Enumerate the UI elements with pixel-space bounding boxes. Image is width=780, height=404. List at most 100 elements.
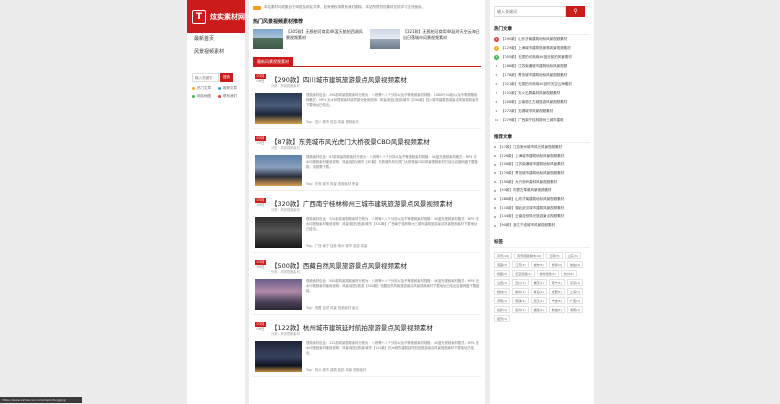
hot-article-item[interactable]: 8 【208款】云南丽江古城旅游风景视频素材 [494, 98, 590, 107]
hot-article-item[interactable]: 5 【176款】青岛城市建筑地标风景视频素材 [494, 71, 590, 80]
recommend-card[interactable]: 【321款】无损拍可商用4K延时天空云海日出日落城市风景视频素材 [370, 29, 481, 49]
hot-article-title[interactable]: 【272款】无锡城市风景视频素材 [501, 109, 553, 114]
recommend-article-title[interactable]: 【108款】江苏南通城市建筑地标风景素材 [498, 162, 564, 167]
tag-item[interactable]: 济南(1) [494, 296, 511, 304]
recommend-article-item[interactable]: 【27款】江苏常州城市风光风景视频素材 [494, 143, 590, 152]
quick-link-recommend[interactable]: 推荐文章 [218, 86, 244, 91]
recommend-article-item[interactable]: 【158款】大兴安岭森林风景视频素材 [494, 178, 590, 187]
hot-article-item[interactable]: 3 【305款】无损拍可商用4K蓝天航拍风景素材 [494, 53, 590, 62]
article-thumbnail[interactable] [255, 279, 302, 310]
quick-link-hot[interactable]: 热门文章 [192, 86, 218, 91]
hot-article-item[interactable]: 1 【290款】山东济南建筑地标风景视频素材 [494, 35, 590, 44]
recommend-title[interactable]: 【321款】无损拍可商用4K延时天空云海日出日落城市风景视频素材 [403, 29, 481, 49]
tag-item[interactable]: 宁波(1) [548, 296, 565, 304]
quick-link-sitemap[interactable]: 网站地图 [192, 94, 218, 99]
tag-item[interactable]: 城市(5) [530, 260, 547, 268]
search-icon[interactable]: ⚲ [566, 6, 585, 17]
tag-item[interactable]: 福建(1) [530, 305, 547, 313]
right-search-input[interactable] [494, 6, 566, 17]
hot-article-title[interactable]: 【321款】无损拍可商用4K延时天空云海素材 [501, 82, 572, 87]
article-thumbnail[interactable] [255, 93, 302, 124]
recommend-article-item[interactable]: 【90款】浙江宁波城市风景视频素材 [494, 221, 590, 230]
recommend-article-item[interactable]: 【144款】云南自然风光旅游景点视频素材 [494, 213, 590, 222]
site-logo[interactable]: T 炫实素材网 [187, 0, 245, 33]
article-category[interactable]: 分类：风景视频素材 [271, 83, 300, 88]
hot-article-item[interactable]: 9 【272款】无锡城市风景视频素材 [494, 107, 590, 116]
tag-item[interactable]: 贵州(1) [512, 305, 529, 313]
tag-item[interactable]: 旅游(4) [548, 260, 565, 268]
hot-article-item[interactable]: 2 【129款】上海城市建筑陆家嘴风景视频素材 [494, 44, 590, 53]
tag-item[interactable]: 东莞(1) [567, 278, 584, 286]
article-tags[interactable]: Tag：西藏 自然 风景 视频素材 景点 [306, 305, 359, 310]
hot-article-title[interactable]: 【176款】青岛城市建筑地标风景视频素材 [501, 73, 567, 78]
hot-article-title[interactable]: 【129款】上海城市建筑陆家嘴风景视频素材 [501, 46, 571, 51]
tag-item[interactable]: 杭州(1) [560, 269, 577, 277]
hot-article-item[interactable]: 7 【152款】天火石屏森林风景视频素材 [494, 89, 590, 98]
tag-item[interactable]: 重庆(1) [530, 278, 547, 286]
recommend-article-title[interactable]: 【158款】大兴安岭森林风景视频素材 [498, 180, 557, 185]
tag-item[interactable]: 合肥(1) [548, 287, 565, 295]
hot-article-title[interactable]: 【290款】山东济南建筑地标风景视频素材 [501, 37, 567, 42]
tag-item[interactable]: 广西(1) [567, 296, 584, 304]
recommend-article-title[interactable]: 【144款】云南自然风光旅游景点视频素材 [498, 214, 564, 219]
hot-article-title[interactable]: 【152款】天火石屏森林风景视频素材 [501, 91, 560, 96]
recommend-article-item[interactable]: 【43款】内蒙古草原风景视频素材 [494, 186, 590, 195]
tag-item[interactable]: 城市建筑(2) [536, 269, 559, 277]
recommend-title[interactable]: 【305款】无损拍可商用4K蓝天航拍西湖风景视频素材 [286, 29, 364, 49]
tag-item[interactable]: 成都(2) [494, 269, 511, 277]
article-category[interactable]: 分类：风景视频素材 [271, 331, 300, 336]
sidebar-search-input[interactable] [192, 73, 219, 82]
tag-item[interactable]: 风景(19) [494, 251, 513, 259]
tag-item[interactable]: 南宁(1) [548, 278, 565, 286]
tag-item[interactable]: 天空视频(2) [512, 269, 535, 277]
tag-item[interactable]: 航拍(1) [548, 305, 565, 313]
tag-item[interactable]: 青岛(1) [530, 287, 547, 295]
recommend-article-item[interactable]: 【176款】青岛城市建筑地标风景视频素材 [494, 169, 590, 178]
article-category[interactable]: 分类：风景视频素材 [271, 269, 300, 274]
tag-item[interactable]: 南通(1) [512, 296, 529, 304]
tag-item[interactable]: 上海(1) [567, 287, 584, 295]
tag-item[interactable]: 海南(1) [567, 305, 584, 313]
tag-item[interactable]: 航拍(4) [567, 260, 584, 268]
recommend-article-title[interactable]: 【43款】内蒙古草原风景视频素材 [498, 188, 551, 193]
tag-item[interactable]: 江苏(3) [512, 260, 529, 268]
article-tags[interactable]: Tag：四川 城市 旅游 风景 视频素材 [306, 119, 359, 124]
recommend-article-title[interactable]: 【176款】青岛城市建筑地标风景视频素材 [498, 171, 564, 176]
tag-item[interactable]: 西藏(3) [494, 260, 511, 268]
recommend-article-title[interactable]: 【128款】上海城市建筑地标风景视频素材 [498, 154, 564, 159]
nav-item-home[interactable]: 最新首页 [187, 33, 245, 46]
tag-item[interactable]: 武汉(1) [530, 296, 547, 304]
tag-item[interactable]: 四川(1) [512, 278, 529, 286]
recommend-article-item[interactable]: 【288款】山东济南建筑地标风景视频素材 [494, 195, 590, 204]
recommend-thumbnail[interactable] [370, 29, 400, 49]
recommend-article-title[interactable]: 【27款】江苏常州城市风光风景视频素材 [498, 145, 562, 150]
article-category[interactable]: 分类：风景视频素材 [271, 145, 300, 150]
recommend-article-item[interactable]: 【108款】江苏南通城市建筑地标风景素材 [494, 160, 590, 169]
recommend-article-title[interactable]: 【90款】浙江宁波城市风景视频素材 [498, 223, 555, 228]
hot-article-item[interactable]: 6 【321款】无损拍可商用4K延时天空云海素材 [494, 80, 590, 89]
tag-item[interactable]: 柳州(1) [512, 287, 529, 295]
tag-item[interactable]: 山东(3) [564, 251, 581, 259]
hot-article-item[interactable]: 4 【168款】江苏南通城市建筑地标风景视频 [494, 62, 590, 71]
article-tags[interactable]: Tag：东莞 城市 风景 视频素材 夜景 [306, 181, 359, 186]
article-tags[interactable]: Tag：广西 南宁 桂林 柳州 城市 旅游 风景 [306, 243, 367, 248]
article-category[interactable]: 分类：风景视频素材 [271, 207, 300, 212]
tag-item[interactable]: 云南(5) [546, 251, 563, 259]
hot-article-title[interactable]: 【168款】江苏南通城市建筑地标风景视频 [501, 64, 567, 69]
article-thumbnail[interactable] [255, 341, 302, 372]
nav-item-landscape-video[interactable]: 风景视频素材 [187, 46, 245, 59]
recommend-article-title[interactable]: 【288款】山东济南建筑地标风景视频素材 [498, 197, 564, 202]
article-thumbnail[interactable] [255, 217, 302, 248]
article-tags[interactable]: Tag：杭州 城市 建筑 航拍 风景 视频素材 [306, 367, 366, 372]
tag-item[interactable]: 桂林(1) [494, 287, 511, 295]
recommend-article-item[interactable]: 【118款】湖北武汉城市建筑风景视频素材 [494, 204, 590, 213]
hot-article-title[interactable]: 【279款】广西南宁桂林柳州三城市建筑 [501, 118, 564, 123]
tab-latest[interactable]: 最新风景视频素材 [253, 57, 293, 67]
tag-item[interactable]: 拉萨(1) [494, 305, 511, 313]
recommend-thumbnail[interactable] [253, 29, 283, 49]
hot-article-title[interactable]: 【208款】云南丽江古城旅游风景视频素材 [501, 100, 567, 105]
recommend-card[interactable]: 【305款】无损拍可商用4K蓝天航拍西湖风景视频素材 [253, 29, 364, 49]
tag-item[interactable]: 夜景(1) [494, 314, 511, 322]
tag-item[interactable]: 风景视频素材(19) [514, 251, 545, 259]
tag-item[interactable]: 山西(1) [494, 278, 511, 286]
